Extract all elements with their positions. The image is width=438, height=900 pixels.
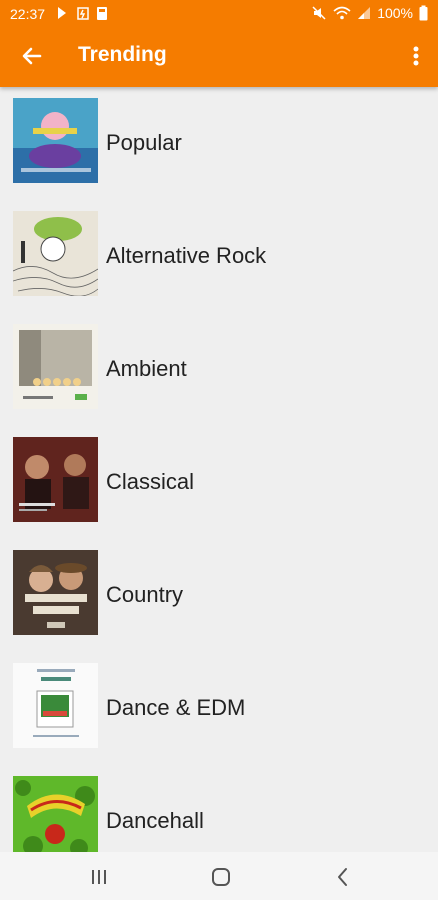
genre-label: Classical [106,469,195,494]
genre-item-dance-edm[interactable]: Dance & EDM [0,652,438,765]
status-time: 22:37 [10,6,46,22]
genre-item-alternative-rock[interactable]: Alternative Rock [0,200,438,313]
recents-button[interactable] [84,862,114,892]
status-bar: 22:37 100% [0,0,438,28]
genre-list: Popular Alternative Rock Ambient Classic… [0,87,438,852]
genre-label: Country [106,582,184,607]
genre-item-country[interactable]: Country [0,539,438,652]
battery-icon [419,5,428,21]
status-right-icons: 100% [311,5,428,21]
album-art-image [13,211,98,296]
genre-item-ambient[interactable]: Ambient [0,313,438,426]
back-button[interactable] [16,40,48,72]
signal-icon [358,7,371,19]
battery-level: 100% [377,5,413,21]
genre-thumbnail [13,437,98,522]
more-vert-icon [413,46,419,66]
genre-thumbnail [13,98,98,183]
wifi-icon [333,6,351,20]
genre-thumbnail [13,663,98,748]
recents-icon [92,870,106,884]
genre-item-dancehall[interactable]: Dancehall [0,765,438,852]
storage-icon [97,7,107,20]
page-title: Trending [78,43,167,66]
system-nav-bar [0,852,438,900]
nav-back-icon [338,868,347,886]
genre-label: Alternative Rock [106,243,267,268]
nav-back-button[interactable] [328,862,358,892]
genre-label: Dancehall [106,808,204,833]
home-button[interactable] [206,862,236,892]
genre-item-popular[interactable]: Popular [0,87,438,200]
album-art-image [13,98,98,183]
genre-item-classical[interactable]: Classical [0,426,438,539]
genre-label: Popular [106,130,182,155]
overflow-menu-button[interactable] [404,40,428,72]
genre-thumbnail [13,324,98,409]
genre-thumbnail [13,776,98,852]
genre-thumbnail [13,211,98,296]
charging-icon [77,7,89,20]
arrow-back-icon [22,47,42,65]
toolbar: Trending [0,28,438,84]
mute-icon [312,6,326,20]
status-left-icons [56,5,108,21]
app-bar: 22:37 100% Trending [0,0,438,87]
album-art-image [13,550,98,635]
album-art-image [13,437,98,522]
home-icon [212,868,230,886]
genre-thumbnail [13,550,98,635]
genre-label: Ambient [106,356,187,381]
notification-icon [58,7,66,19]
album-art-image [13,663,98,748]
album-art-image [13,776,98,852]
album-art-image [13,324,98,409]
genre-label: Dance & EDM [106,695,246,720]
